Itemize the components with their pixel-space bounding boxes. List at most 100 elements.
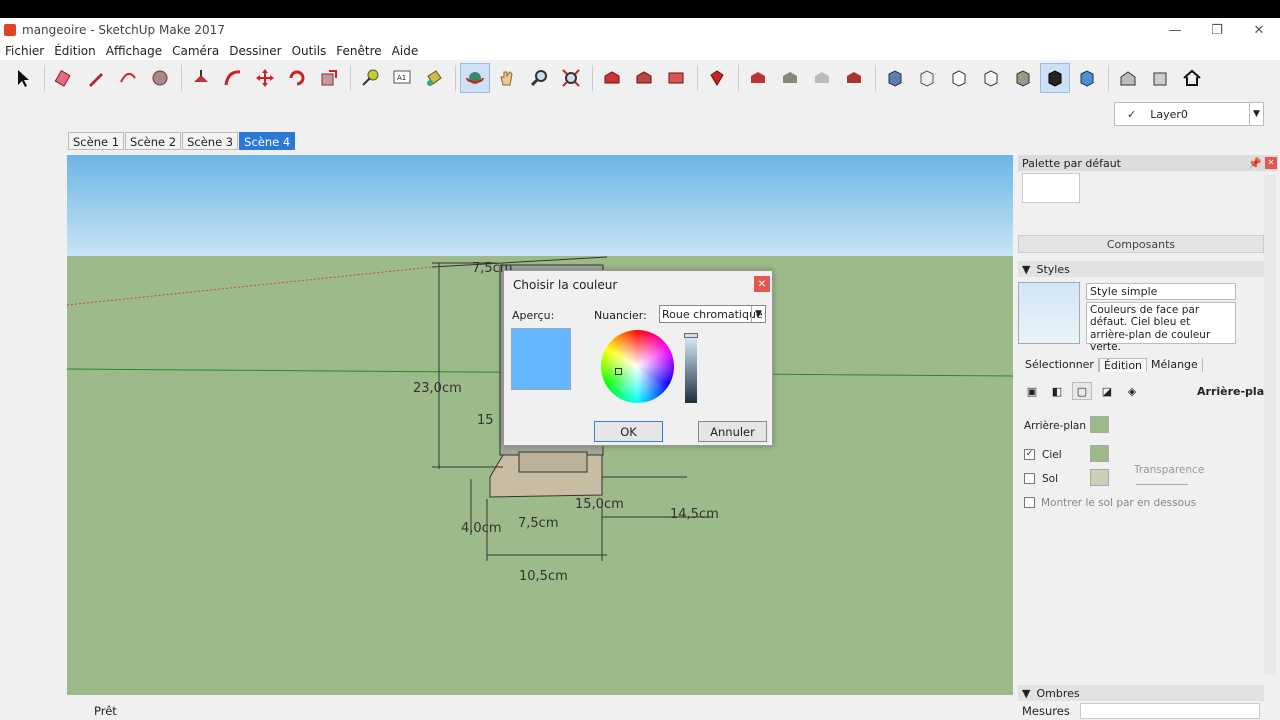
menu-aide[interactable]: Aide xyxy=(387,42,424,60)
maximize-button[interactable]: ❐ xyxy=(1196,18,1238,42)
warehouse-button[interactable] xyxy=(597,63,627,93)
transparency-slider[interactable] xyxy=(1136,484,1188,485)
close-button[interactable]: ✕ xyxy=(1238,18,1280,42)
sky-color-swatch[interactable] xyxy=(1090,445,1109,462)
brightness-slider[interactable] xyxy=(684,333,698,403)
close-icon[interactable]: ✕ xyxy=(1265,157,1277,169)
shaded-style-button[interactable] xyxy=(976,63,1006,93)
menu-affichage[interactable]: Affichage xyxy=(101,42,167,60)
push-pull-button[interactable] xyxy=(186,63,216,93)
background-color-swatch[interactable] xyxy=(1090,416,1109,433)
menu-fenetre[interactable]: Fenêtre xyxy=(331,42,386,60)
iso-view-button[interactable] xyxy=(1113,63,1143,93)
dimension-label: 7,5cm xyxy=(518,516,559,531)
tab-melange[interactable]: Mélange xyxy=(1147,358,1203,372)
style-name-field[interactable]: Style simple xyxy=(1086,283,1236,300)
extension-warehouse-button[interactable] xyxy=(702,63,732,93)
component-3-button[interactable] xyxy=(807,63,837,93)
color-wheel-selector[interactable] xyxy=(615,368,622,375)
ok-button[interactable]: OK xyxy=(594,421,663,442)
dimension-label: 10,5cm xyxy=(519,569,568,584)
top-view-button[interactable] xyxy=(1177,63,1207,93)
style-description-field[interactable]: Couleurs de face par défaut. Ciel bleu e… xyxy=(1086,302,1236,353)
menu-dessiner[interactable]: Dessiner xyxy=(224,42,286,60)
component-2-button[interactable] xyxy=(775,63,805,93)
tab-selectionner[interactable]: Sélectionner xyxy=(1021,358,1099,372)
shadows-header[interactable]: ▼ Ombres xyxy=(1018,685,1264,701)
ground-checkbox[interactable] xyxy=(1024,473,1035,484)
wireframe-cube-icon xyxy=(920,70,934,87)
show-ground-checkbox[interactable] xyxy=(1024,497,1035,508)
xray-toggle-button[interactable] xyxy=(1072,63,1102,93)
component-4-button[interactable] xyxy=(839,63,869,93)
tab-edition[interactable]: Édition xyxy=(1098,358,1148,372)
panel-scrollbar[interactable] xyxy=(1264,175,1276,675)
select-tool-button[interactable] xyxy=(8,63,38,93)
arc-tool-button[interactable] xyxy=(113,63,143,93)
tab-scene-2[interactable]: Scène 2 xyxy=(125,132,182,150)
styles-header[interactable]: ▼ Styles xyxy=(1018,261,1264,277)
face-settings-icon[interactable]: ◧ xyxy=(1047,382,1067,400)
front-view-button[interactable] xyxy=(1145,63,1175,93)
component-thumbnail[interactable] xyxy=(1022,173,1080,203)
follow-me-button[interactable] xyxy=(218,63,248,93)
move-tool-button[interactable] xyxy=(250,63,280,93)
status-text: Prêt xyxy=(94,704,117,718)
text-tool-button[interactable]: A1 xyxy=(387,63,417,93)
textured-style-button[interactable] xyxy=(1008,63,1038,93)
watermark-settings-icon[interactable]: ◪ xyxy=(1097,382,1117,400)
menu-edition[interactable]: Édition xyxy=(49,42,101,60)
pan-tool-button[interactable] xyxy=(492,63,522,93)
tab-scene-3[interactable]: Scène 3 xyxy=(182,132,239,150)
tab-scene-4[interactable]: Scène 4 xyxy=(239,132,296,150)
tab-scene-1[interactable]: Scène 1 xyxy=(68,132,125,150)
zoom-extents-button[interactable] xyxy=(556,63,586,93)
monochrome-style-button[interactable] xyxy=(1040,63,1070,93)
brightness-slider-handle[interactable] xyxy=(684,333,698,338)
components-label: Composants xyxy=(1106,237,1176,251)
rotate-tool-button[interactable] xyxy=(282,63,312,93)
scale-icon xyxy=(321,70,337,86)
close-icon[interactable]: ✕ xyxy=(754,276,770,292)
text-label-icon: A1 xyxy=(393,70,411,84)
pin-icon[interactable]: 📌 xyxy=(1248,157,1262,170)
pencil-icon xyxy=(89,73,103,87)
shape-tool-button[interactable] xyxy=(145,63,175,93)
dimension-label: 15 xyxy=(477,413,494,428)
components-section[interactable]: Composants xyxy=(1018,235,1264,253)
eraser-tool-button[interactable] xyxy=(49,63,79,93)
tape-measure-button[interactable] xyxy=(355,63,385,93)
send-layout-button[interactable] xyxy=(661,63,691,93)
wireframe-style-button[interactable] xyxy=(912,63,942,93)
zoom-tool-button[interactable] xyxy=(524,63,554,93)
title-bar: mangeoire - SketchUp Make 2017 — ❐ ✕ xyxy=(0,18,1280,42)
hidden-line-style-button[interactable] xyxy=(944,63,974,93)
hidden-line-cube-icon xyxy=(952,70,966,87)
modeling-settings-icon[interactable]: ◈ xyxy=(1122,382,1142,400)
cancel-button[interactable]: Annuler xyxy=(698,421,767,442)
minimize-button[interactable]: — xyxy=(1154,18,1196,42)
orbit-tool-button[interactable] xyxy=(460,63,490,93)
palette-select[interactable]: Roue chromatique ▼ xyxy=(659,305,766,323)
layer-selector[interactable]: ✓ Layer0 ▼ xyxy=(1114,102,1264,126)
menu-outils[interactable]: Outils xyxy=(287,42,332,60)
ground-color-swatch[interactable] xyxy=(1090,469,1109,486)
edge-settings-icon[interactable]: ▣ xyxy=(1022,382,1042,400)
shadows-label: Ombres xyxy=(1036,686,1080,700)
sky-checkbox[interactable]: ✓ xyxy=(1024,449,1035,460)
xray-style-button[interactable] xyxy=(880,63,910,93)
background-settings-icon[interactable]: ▢ xyxy=(1072,382,1092,400)
tray-header: Palette par défaut 📌 ✕ xyxy=(1018,155,1278,171)
menu-fichier[interactable]: Fichier xyxy=(0,42,49,60)
sketchup-logo-icon xyxy=(4,24,16,36)
chevron-down-icon[interactable]: ▼ xyxy=(1249,103,1263,125)
scale-tool-button[interactable] xyxy=(314,63,344,93)
line-tool-button[interactable] xyxy=(81,63,111,93)
color-wheel[interactable] xyxy=(601,330,674,403)
menu-camera[interactable]: Caméra xyxy=(167,42,224,60)
paint-bucket-button[interactable] xyxy=(419,63,449,93)
share-model-button[interactable] xyxy=(629,63,659,93)
background-label: Arrière-plan xyxy=(1024,420,1087,432)
component-1-button[interactable] xyxy=(743,63,773,93)
measurements-input[interactable] xyxy=(1079,703,1260,719)
